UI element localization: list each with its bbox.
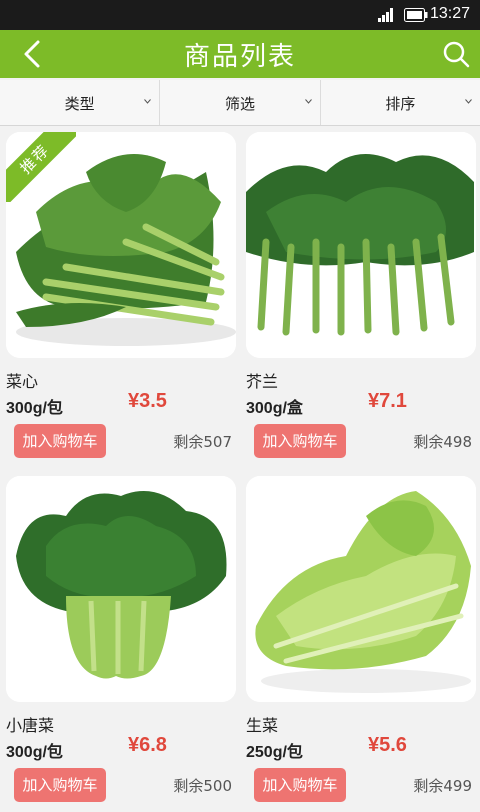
product-image[interactable] (246, 132, 476, 358)
status-time: 13:27 (429, 5, 470, 22)
search-icon[interactable] (442, 40, 470, 68)
app-header: 商品列表 (0, 30, 480, 78)
product-card[interactable]: 推荐 菜心 300g/包 ¥3.5 加入购物车 剩余507 (0, 128, 236, 468)
product-image[interactable]: 推荐 (6, 132, 236, 358)
add-to-cart-button[interactable]: 加入购物车 (14, 424, 106, 458)
product-price: ¥5.6 (368, 734, 407, 756)
filter-tab-label: 类型 (64, 95, 95, 113)
kai-lan-photo-icon (246, 132, 476, 358)
product-image[interactable] (246, 476, 476, 702)
chevron-down-icon (304, 99, 312, 104)
product-name: 生菜 (246, 716, 279, 735)
bok-choy-photo-icon (6, 476, 236, 702)
filter-tab-sort[interactable]: 排序 (321, 80, 480, 125)
product-stock: 剩余498 (413, 433, 472, 451)
product-price: ¥7.1 (368, 390, 407, 412)
product-spec: 300g/盒 (246, 400, 303, 417)
product-name: 小唐菜 (6, 716, 55, 735)
product-stock: 剩余499 (413, 777, 472, 795)
add-to-cart-button[interactable]: 加入购物车 (254, 424, 346, 458)
recommend-badge-label: 推荐 (6, 132, 76, 202)
product-spec: 250g/包 (246, 744, 303, 761)
product-stock: 剩余500 (173, 777, 232, 795)
filter-tab-label: 排序 (385, 95, 416, 113)
filter-tab-type[interactable]: 类型 (0, 80, 161, 125)
filter-bar: 类型 筛选 排序 (0, 80, 480, 126)
product-card[interactable]: 芥兰 300g/盒 ¥7.1 加入购物车 剩余498 (240, 128, 476, 468)
product-card[interactable]: 生菜 250g/包 ¥5.6 加入购物车 剩余499 (240, 472, 476, 812)
add-to-cart-button[interactable]: 加入购物车 (14, 768, 106, 802)
product-name: 菜心 (6, 372, 39, 391)
add-to-cart-button[interactable]: 加入购物车 (254, 768, 346, 802)
product-spec: 300g/包 (6, 400, 63, 417)
lettuce-photo-icon (246, 476, 476, 702)
product-price: ¥3.5 (128, 390, 167, 412)
chevron-down-icon (144, 99, 152, 104)
status-bar: 13:27 (0, 0, 480, 30)
filter-tab-filter[interactable]: 筛选 (160, 80, 321, 125)
product-spec: 300g/包 (6, 744, 63, 761)
battery-icon (404, 8, 428, 22)
product-stock: 剩余507 (173, 433, 232, 451)
product-image[interactable] (6, 476, 236, 702)
product-price: ¥6.8 (128, 734, 167, 756)
chevron-down-icon (465, 99, 472, 104)
product-card[interactable]: 小唐菜 300g/包 ¥6.8 加入购物车 剩余500 (0, 472, 236, 812)
product-grid: 推荐 菜心 300g/包 ¥3.5 加入购物车 剩余507 芥兰 300g/盒 … (0, 128, 480, 812)
recommend-badge: 推荐 (6, 132, 76, 202)
page-title: 商品列表 (183, 42, 296, 72)
filter-tab-label: 筛选 (224, 95, 255, 113)
signal-icon (378, 8, 393, 22)
product-name: 芥兰 (246, 372, 279, 391)
